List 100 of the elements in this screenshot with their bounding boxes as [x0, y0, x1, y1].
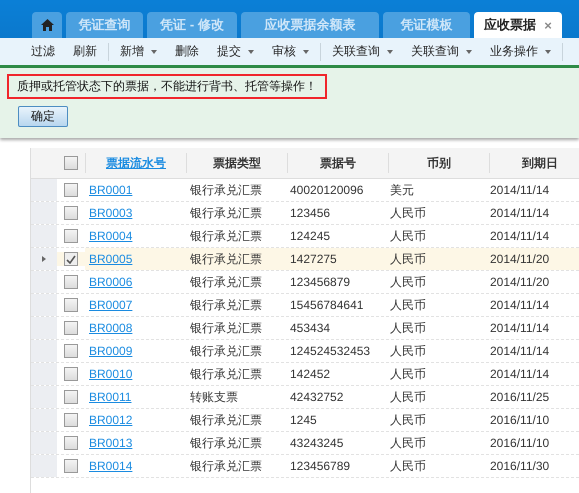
bill-link[interactable]: BR0006 — [89, 275, 132, 289]
row-checkbox[interactable] — [64, 183, 78, 197]
tab[interactable]: 应收票据 × — [474, 12, 562, 38]
table-cell: 2016/11/10 — [490, 413, 550, 427]
table-cell: 453434 — [290, 321, 330, 335]
bill-link[interactable]: BR0003 — [89, 206, 132, 220]
caret-icon — [248, 50, 254, 54]
caret-icon — [387, 50, 393, 54]
table-cell: 银行承兑汇票 — [190, 434, 262, 452]
table-cell: 2014/11/14 — [490, 321, 550, 335]
table-cell: 银行承兑汇票 — [190, 412, 262, 428]
table-cell: 42432752 — [290, 390, 344, 404]
table-cell: 124524532453 — [290, 344, 370, 358]
table-cell: 1427275 — [290, 252, 337, 266]
row-checkbox[interactable] — [64, 413, 78, 427]
table-cell: 124245 — [290, 229, 330, 243]
table-row[interactable]: BR0006 银行承兑汇票 123456879 人民币 2014/11/20 — [31, 271, 579, 294]
toolbar-button[interactable]: 提交 — [208, 43, 263, 60]
table-cell: 2014/11/20 — [490, 275, 550, 289]
table-row[interactable]: BR0014 银行承兑汇票 123456789 人民币 2016/11/30 — [31, 455, 579, 478]
caret-icon — [466, 50, 472, 54]
bill-link[interactable]: BR0008 — [89, 321, 132, 335]
table-row[interactable]: BR0007 银行承兑汇票 15456784641 人民币 2014/11/14 — [31, 294, 579, 317]
table-cell: 2014/11/14 — [490, 206, 550, 220]
close-icon[interactable]: × — [544, 18, 552, 32]
table-cell: 2014/11/14 — [490, 367, 550, 381]
toolbar-button[interactable]: 关联查询 — [402, 43, 481, 60]
row-checkbox[interactable] — [64, 390, 78, 404]
table-cell: 123456789 — [290, 459, 350, 473]
table-row[interactable]: BR0009 银行承兑汇票 124524532453 人民币 2014/11/14 — [31, 340, 579, 363]
row-checkbox[interactable] — [64, 206, 78, 220]
column-header: 到期日 — [489, 153, 579, 173]
table-cell: 银行承兑汇票 — [190, 342, 262, 360]
table-cell: 人民币 — [390, 412, 426, 428]
table-cell: 人民币 — [390, 388, 426, 406]
table-cell: 银行承兑汇票 — [190, 366, 262, 382]
table-cell: 人民币 — [390, 320, 426, 336]
table-cell: 人民币 — [390, 204, 426, 222]
toolbar-button[interactable]: 删除 — [166, 43, 208, 60]
toolbar-button[interactable]: 关联查询 — [323, 43, 402, 60]
table-row[interactable]: BR0010 银行承兑汇票 142452 人民币 2014/11/14 — [31, 363, 579, 386]
row-checkbox[interactable] — [64, 459, 78, 473]
caret-icon — [151, 50, 157, 54]
table-cell: 人民币 — [390, 296, 426, 314]
table-cell: 2016/11/25 — [490, 390, 550, 404]
table-cell: 银行承兑汇票 — [190, 296, 262, 314]
row-checkbox[interactable] — [64, 321, 78, 335]
bill-link[interactable]: BR0001 — [89, 183, 132, 197]
column-header: 票据号 — [287, 153, 388, 173]
table-row[interactable]: BR0005 银行承兑汇票 1427275 人民币 2014/11/20 — [31, 248, 579, 271]
table-cell: 142452 — [290, 367, 330, 381]
toolbar-button[interactable]: 业务操作 — [481, 43, 560, 60]
table-row[interactable]: BR0011 转账支票 42432752 人民币 2016/11/25 — [31, 386, 579, 409]
row-checkbox[interactable] — [64, 367, 78, 381]
confirm-button[interactable]: 确定 — [18, 106, 68, 127]
toolbar-button[interactable]: 刷新 — [64, 43, 106, 60]
table-cell: 银行承兑汇票 — [190, 204, 262, 222]
bill-link[interactable]: BR0009 — [89, 344, 132, 358]
bill-link[interactable]: BR0013 — [89, 436, 132, 450]
table-cell: 2014/11/14 — [490, 183, 550, 197]
table-cell: 银行承兑汇票 — [190, 250, 262, 268]
table-cell: 人民币 — [390, 366, 426, 382]
table-cell: 人民币 — [390, 250, 426, 268]
bill-link[interactable]: BR0012 — [89, 413, 132, 427]
row-checkbox[interactable] — [64, 275, 78, 289]
row-checkbox[interactable] — [64, 298, 78, 312]
bill-link[interactable]: BR0010 — [89, 367, 132, 381]
table-cell: 40020120096 — [290, 183, 364, 197]
bill-link[interactable]: BR0004 — [89, 229, 132, 243]
bill-link[interactable]: BR0007 — [89, 298, 132, 312]
table-row[interactable]: BR0001 银行承兑汇票 40020120096 美元 2014/11/14 — [31, 179, 579, 202]
row-checkbox[interactable] — [64, 229, 78, 243]
table-cell: 123456 — [290, 206, 330, 220]
table-cell: 15456784641 — [290, 298, 364, 312]
row-checkbox[interactable] — [64, 344, 78, 358]
bill-link[interactable]: BR0011 — [89, 390, 132, 404]
row-checkbox[interactable] — [64, 436, 78, 450]
table-cell: 银行承兑汇票 — [190, 458, 262, 474]
select-all-checkbox[interactable] — [64, 156, 78, 170]
caret-icon — [545, 50, 551, 54]
bill-link[interactable]: BR0014 — [89, 459, 132, 473]
table-cell: 人民币 — [390, 434, 426, 452]
table-row[interactable]: BR0008 银行承兑汇票 453434 人民币 2014/11/14 — [31, 317, 579, 340]
table-row[interactable]: BR0003 银行承兑汇票 123456 人民币 2014/11/14 — [31, 202, 579, 225]
table-cell: 1245 — [290, 413, 317, 427]
table-row[interactable]: BR0013 银行承兑汇票 43243245 人民币 2016/11/10 — [31, 432, 579, 455]
row-checkbox[interactable] — [64, 252, 78, 266]
home-icon — [40, 19, 54, 31]
toolbar-button[interactable]: 过滤 — [22, 43, 64, 60]
table-cell: 123456879 — [290, 275, 350, 289]
toolbar-button[interactable]: 审核 — [263, 43, 318, 60]
table-cell: 银行承兑汇票 — [190, 274, 262, 290]
column-header: 币别 — [388, 153, 489, 173]
table-cell: 2014/11/14 — [490, 344, 550, 358]
table-cell: 2014/11/14 — [490, 298, 550, 312]
table-cell: 美元 — [390, 182, 414, 198]
table-row[interactable]: BR0012 银行承兑汇票 1245 人民币 2016/11/10 — [31, 409, 579, 432]
home-tab[interactable] — [32, 12, 62, 38]
table-cell: 银行承兑汇票 — [190, 320, 262, 336]
toolbar-button[interactable]: 新增 — [111, 43, 166, 60]
